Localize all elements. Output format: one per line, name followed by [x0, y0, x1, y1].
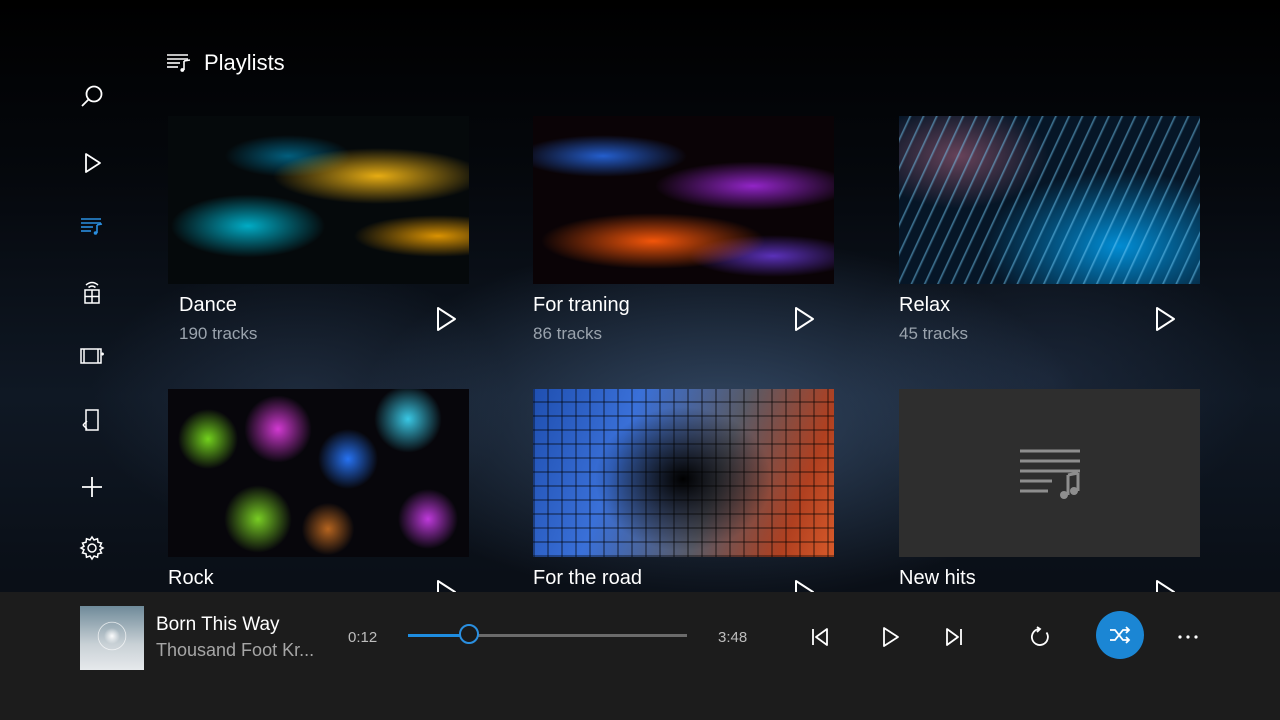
previous-button[interactable]: [803, 620, 837, 654]
total-time: 3:48: [718, 629, 748, 646]
playlist-artwork[interactable]: [168, 389, 469, 557]
rail-add[interactable]: [62, 465, 122, 509]
playlist-icon: [167, 54, 191, 72]
elapsed-time: 0:12: [348, 629, 378, 646]
rail-playlists[interactable]: [62, 204, 122, 248]
playlist-icon: [81, 218, 103, 235]
progress-thumb[interactable]: [459, 624, 480, 644]
playlist-name: For the road: [533, 567, 642, 589]
skip-previous-icon: [812, 628, 828, 646]
playlist-artwork[interactable]: [168, 116, 469, 284]
playlist-placeholder-icon: [1019, 449, 1080, 499]
rail-video[interactable]: [62, 334, 122, 378]
more-icon: [1178, 635, 1198, 639]
play-icon: [85, 153, 101, 173]
playlist-name: For traning: [533, 294, 630, 316]
playlist-track-count: 190 tracks: [179, 324, 258, 343]
next-button[interactable]: [937, 620, 971, 654]
play-icon[interactable]: [788, 304, 818, 334]
play-icon[interactable]: [430, 304, 460, 334]
playlist-tile-rock[interactable]: Rock: [168, 389, 469, 604]
rail-music-file[interactable]: [62, 398, 122, 442]
play-icon: [883, 627, 899, 647]
shuffle-icon: [1110, 626, 1131, 644]
playlist-artwork[interactable]: [899, 389, 1200, 557]
playlist-name: Relax: [899, 294, 951, 316]
track-artist: Thousand Foot Kr...: [156, 640, 315, 660]
playlist-tile-dance[interactable]: Dance 190 tracks: [168, 116, 469, 343]
nav-rail: [62, 0, 122, 592]
rail-search[interactable]: [62, 75, 122, 119]
playlist-artwork[interactable]: [533, 116, 834, 284]
player-bar: Born This Way Thousand Foot Kr... 0:12 3…: [0, 592, 1280, 720]
playlist-tile-new-hits[interactable]: New hits: [899, 389, 1200, 604]
repeat-button[interactable]: [1023, 620, 1057, 654]
playlist-tile-relax[interactable]: Relax 45 tracks: [899, 116, 1200, 343]
rail-network[interactable]: [62, 270, 122, 314]
album-cover[interactable]: [80, 606, 144, 670]
playlist-name: New hits: [899, 567, 976, 589]
repeat-icon: [1031, 626, 1049, 646]
more-options-button[interactable]: [1171, 620, 1205, 654]
shuffle-button[interactable]: [1096, 611, 1144, 659]
music-file-icon: [82, 409, 99, 431]
playlist-track-count: 86 tracks: [533, 324, 602, 343]
play-icon[interactable]: [1149, 304, 1179, 334]
progress-bar[interactable]: [408, 624, 687, 644]
playlist-name: Dance: [179, 294, 237, 316]
rail-settings[interactable]: [62, 526, 122, 570]
skip-next-icon: [946, 628, 962, 646]
rail-now-playing[interactable]: [62, 141, 122, 185]
playlist-artwork[interactable]: [533, 389, 834, 557]
video-icon: [80, 348, 104, 364]
playlist-artwork[interactable]: [899, 116, 1200, 284]
playlist-tile-for-the-road[interactable]: For the road: [533, 389, 834, 604]
playlist-tile-for-traning[interactable]: For traning 86 tracks: [533, 116, 834, 343]
plus-icon: [82, 477, 102, 497]
playlist-name: Rock: [168, 567, 214, 589]
page-header: Playlists: [166, 46, 285, 80]
track-title: Born This Way: [156, 614, 280, 635]
page-title: Playlists: [204, 50, 285, 75]
network-icon: [84, 281, 100, 304]
gear-icon: [79, 535, 105, 561]
playlist-track-count: 45 tracks: [899, 324, 968, 343]
search-icon: [81, 85, 103, 107]
play-button[interactable]: [873, 620, 907, 654]
